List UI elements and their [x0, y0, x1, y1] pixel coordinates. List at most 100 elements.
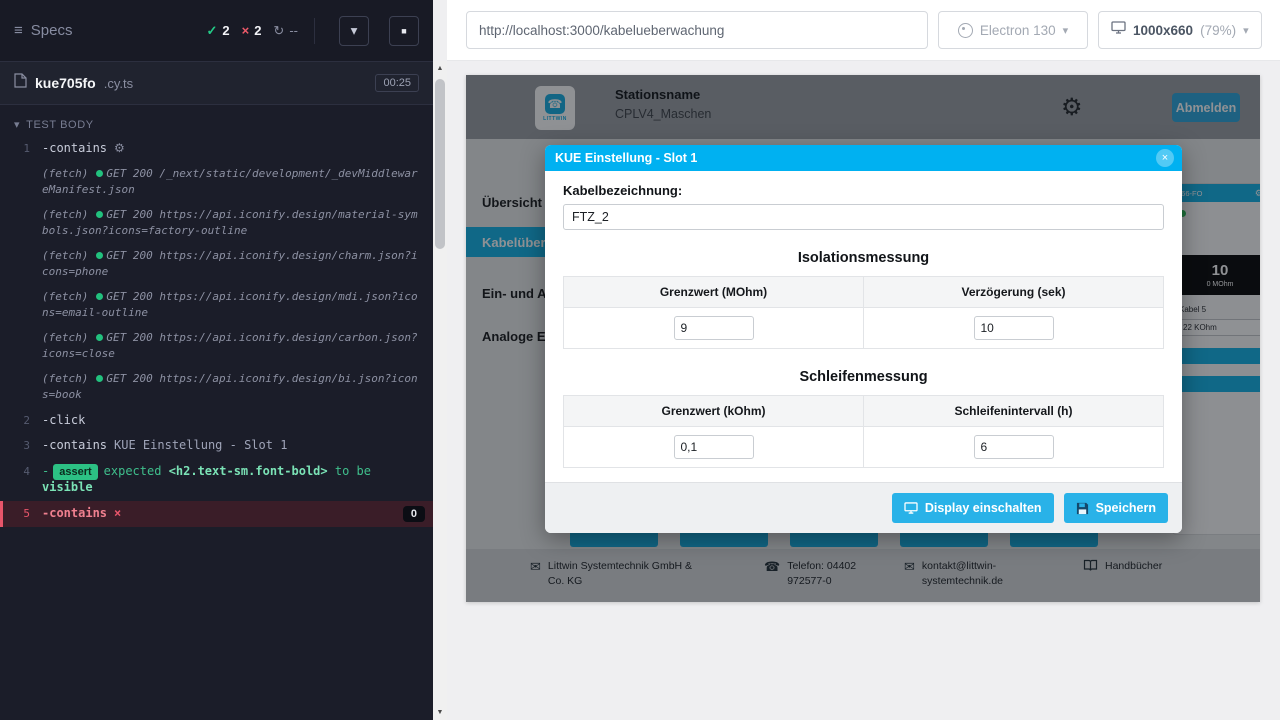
loop-interval-input[interactable] [974, 435, 1054, 459]
loop-limit-cell [564, 427, 864, 468]
isolation-limit-input[interactable] [674, 316, 754, 340]
fetch-status: GET 200 [106, 167, 152, 180]
scroll-up-icon[interactable]: ▲ [433, 61, 447, 76]
command-number: 1 [0, 141, 42, 156]
passed-count: 2 [222, 23, 229, 38]
loop-limit-input[interactable] [674, 435, 754, 459]
display-on-label: Display einschalten [925, 501, 1042, 515]
divider [314, 18, 315, 44]
test-body-label: TEST BODY [26, 119, 94, 131]
fetch-log-row[interactable]: (fetch)GET 200 https://api.iconify.desig… [0, 326, 433, 367]
monitor-icon [904, 502, 918, 514]
command-label: -contains [42, 506, 107, 522]
reporter-scrollbar[interactable]: ▲ ▼ [433, 61, 447, 720]
browser-selector[interactable]: Electron 130 ▾ [938, 11, 1088, 49]
browser-name: Electron 130 [980, 23, 1056, 38]
fetch-log-row[interactable]: (fetch)GET 200 https://api.iconify.desig… [0, 244, 433, 285]
fetch-log-row[interactable]: (fetch)GET 200 /_next/static/development… [0, 162, 433, 203]
fetch-tag: (fetch) [42, 249, 88, 262]
test-stats: ✓ 2 × 2 ↻ -- ▾ ■ [206, 16, 419, 46]
command-argument: KUE Einstellung - Slot 1 [114, 438, 287, 454]
cable-designation-label: Kabelbezeichnung: [563, 183, 1164, 198]
assert-text: expected [104, 464, 162, 478]
failed-count: 2 [254, 23, 261, 38]
viewport-size: 1000x660 [1133, 23, 1193, 38]
command-label: -click [42, 413, 85, 429]
floppy-disk-icon [1076, 502, 1089, 515]
aut-area: Electron 130 ▾ 1000x660 (79%) ▾ ☎ LITTWI… [447, 0, 1280, 720]
command-log: 1 -contains ⚙ (fetch)GET 200 /_next/stat… [0, 136, 433, 527]
save-button[interactable]: Speichern [1064, 493, 1168, 523]
browser-bar: Electron 130 ▾ 1000x660 (79%) ▾ [447, 0, 1280, 61]
save-label: Speichern [1096, 501, 1156, 515]
command-number: 3 [0, 438, 42, 453]
reporter-header: ≡ Specs ✓ 2 × 2 ↻ -- ▾ [0, 0, 433, 62]
viewport-selector[interactable]: 1000x660 (79%) ▾ [1098, 11, 1262, 49]
spec-extension: .cy.ts [104, 76, 133, 91]
spec-file-row[interactable]: kue705fo .cy.ts 00:25 [0, 62, 433, 105]
modal-body: Kabelbezeichnung: Isolationsmessung Gren… [545, 171, 1182, 468]
command-click[interactable]: 2 -click [0, 408, 433, 434]
loop-table: Grenzwert (kOhm) Schleifenintervall (h) [563, 395, 1164, 468]
command-contains-failed[interactable]: 5 -contains × 0 [0, 501, 433, 527]
cable-designation-input[interactable] [563, 204, 1164, 230]
loop-col-interval: Schleifenintervall (h) [864, 396, 1164, 427]
spec-timer: 00:25 [375, 74, 419, 92]
command-assert[interactable]: 4 -assertexpected <h2.text-sm.font-bold>… [0, 459, 433, 501]
chevron-down-icon: ▾ [1243, 24, 1249, 37]
loop-interval-cell [864, 427, 1164, 468]
caret-down-icon: ▾ [14, 118, 20, 131]
command-number: 4 [0, 464, 42, 479]
command-label: -contains [42, 141, 107, 157]
collapse-all-button[interactable]: ▾ [339, 16, 369, 46]
pending-count: -- [289, 23, 298, 38]
cypress-reporter: ≡ Specs ✓ 2 × 2 ↻ -- ▾ [0, 0, 433, 720]
fetch-log-row[interactable]: (fetch)GET 200 https://api.iconify.desig… [0, 367, 433, 408]
command-contains-1[interactable]: 1 -contains ⚙ [0, 136, 433, 162]
command-contains-2[interactable]: 3 -contains KUE Einstellung - Slot 1 [0, 433, 433, 459]
assert-text-bold: visible [42, 480, 93, 494]
url-input[interactable] [466, 11, 928, 49]
status-dot-icon [96, 334, 103, 341]
stat-pending: ↻ -- [273, 23, 298, 39]
stat-failed: × 2 [242, 23, 262, 38]
fetch-tag: (fetch) [42, 167, 88, 180]
viewport-zoom: (79%) [1200, 23, 1236, 38]
fetch-status: GET 200 [106, 290, 152, 303]
assert-selector: <h2.text-sm.font-bold> [169, 464, 328, 478]
isolation-col-delay: Verzögerung (sek) [864, 277, 1164, 308]
kue-settings-modal: KUE Einstellung - Slot 1 × Kabelbezeichn… [545, 145, 1182, 533]
isolation-heading: Isolationsmessung [563, 250, 1164, 266]
cross-icon: × [242, 23, 250, 38]
scroll-down-icon[interactable]: ▼ [433, 705, 447, 720]
isolation-delay-input[interactable] [974, 316, 1054, 340]
refresh-icon: ↻ [273, 23, 284, 39]
electron-icon [958, 23, 973, 38]
status-dot-icon [96, 375, 103, 382]
fetch-log-row[interactable]: (fetch)GET 200 https://api.iconify.desig… [0, 285, 433, 326]
loop-heading: Schleifenmessung [563, 369, 1164, 385]
scrollbar-thumb[interactable] [435, 79, 445, 249]
status-dot-icon [96, 170, 103, 177]
gear-icon: ⚙ [114, 141, 125, 157]
modal-title: KUE Einstellung - Slot 1 [555, 151, 697, 165]
command-number: 2 [0, 413, 42, 428]
check-icon: ✓ [206, 23, 217, 39]
specs-menu-icon: ≡ [14, 22, 23, 39]
status-dot-icon [96, 293, 103, 300]
app-viewport: ☎ LITTWIN Stationsname CPLV4_Maschen ⚙ A… [466, 75, 1260, 602]
stop-run-button[interactable]: ■ [389, 16, 419, 46]
assert-badge: assert [53, 464, 97, 480]
test-body-section[interactable]: ▾ TEST BODY [0, 105, 433, 136]
assert-text: to be [335, 464, 371, 478]
status-dot-icon [96, 252, 103, 259]
specs-toggle[interactable]: ≡ Specs [14, 22, 72, 39]
fetch-status: GET 200 [106, 249, 152, 262]
fetch-log-row[interactable]: (fetch)GET 200 https://api.iconify.desig… [0, 203, 433, 244]
isolation-limit-cell [564, 308, 864, 349]
fetch-tag: (fetch) [42, 331, 88, 344]
isolation-delay-cell [864, 308, 1164, 349]
specs-label: Specs [31, 22, 73, 39]
display-on-button[interactable]: Display einschalten [892, 493, 1054, 523]
close-icon[interactable]: × [1156, 149, 1174, 167]
